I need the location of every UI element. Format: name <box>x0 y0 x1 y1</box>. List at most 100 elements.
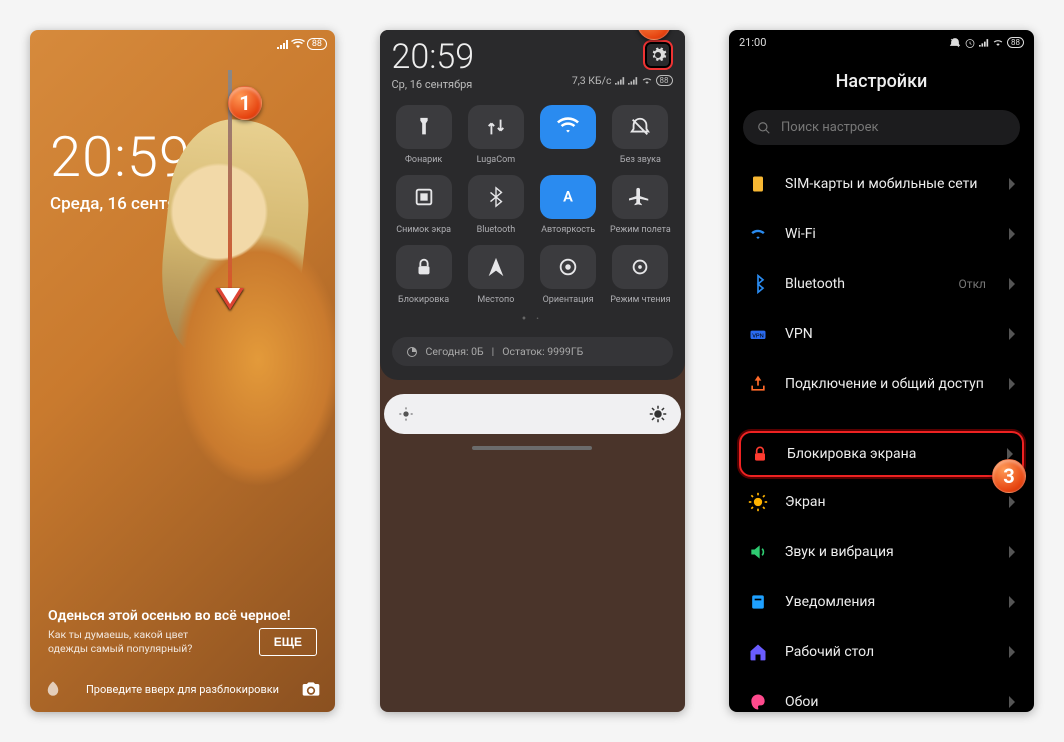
settings-gear-button[interactable] <box>643 40 673 70</box>
qs-tile-rotation[interactable]: Ориентация <box>536 245 600 305</box>
signal-icon <box>277 39 289 49</box>
settings-item-label: SIM-карты и мобильные сети <box>785 176 992 192</box>
sim-icon <box>747 173 769 195</box>
settings-item-sim[interactable]: SIM-карты и мобильные сети <box>731 159 1032 209</box>
wifi-icon <box>992 38 1004 47</box>
settings-item-sound[interactable]: Звук и вибрация <box>731 527 1032 577</box>
qs-tile-reading[interactable]: Режим чтения <box>608 245 672 305</box>
settings-item-lock[interactable]: Блокировка экрана 3 <box>739 431 1024 477</box>
net-speed: 7,3 КБ/с <box>572 74 612 87</box>
pie-icon <box>406 346 418 358</box>
chevron-right-icon <box>1008 596 1016 608</box>
gear-icon <box>649 46 667 64</box>
qs-date: Ср, 16 сентября <box>392 78 475 91</box>
settings-item-wallpaper[interactable]: Обои <box>731 677 1032 712</box>
qs-tile-button[interactable] <box>396 175 452 219</box>
qs-tile-button[interactable] <box>468 175 524 219</box>
wifi-icon <box>747 223 769 245</box>
svg-text:VPN: VPN <box>752 333 764 339</box>
location-icon <box>485 256 507 278</box>
settings-item-label: Рабочий стол <box>785 644 992 660</box>
qs-tile-flashlight[interactable]: Фонарик <box>392 105 456 165</box>
settings-search[interactable]: Поиск настроек <box>743 110 1020 145</box>
qs-tile-label: Без звука <box>620 155 661 165</box>
qs-tile-button[interactable] <box>396 245 452 289</box>
qs-tile-label: Режим полета <box>610 225 671 235</box>
qs-tile-autobright[interactable]: A Автояркость <box>536 175 600 235</box>
search-icon <box>757 121 771 135</box>
qs-tile-bluetooth[interactable]: Bluetooth <box>464 175 528 235</box>
settings-item-notif[interactable]: Уведомления <box>731 577 1032 627</box>
settings-item-label: Обои <box>785 694 992 710</box>
settings-item-vpn[interactable]: VPN VPN <box>731 309 1032 359</box>
settings-item-share[interactable]: Подключение и общий доступ <box>731 359 1032 409</box>
qs-tile-button[interactable] <box>612 105 668 149</box>
brightness-low-icon <box>398 406 414 422</box>
settings-item-bluetooth[interactable]: Bluetooth Откл <box>731 259 1032 309</box>
qs-tile-button[interactable] <box>612 175 668 219</box>
qs-tile-wifi[interactable] <box>536 105 600 165</box>
status-bar: 21:00 88 <box>729 30 1034 55</box>
qs-tile-data[interactable]: LugaCom <box>464 105 528 165</box>
qs-tile-button[interactable]: A <box>540 175 596 219</box>
data-usage-row[interactable]: Сегодня: 0Б | Остаток: 9999ГБ <box>392 337 673 366</box>
lockscreen-panel: 88 20:59 Среда, 16 сентября 1 Оденься эт… <box>30 30 335 712</box>
lock-icon <box>749 443 771 465</box>
brightness-slider[interactable] <box>384 394 681 434</box>
settings-item-label: Bluetooth <box>785 276 943 292</box>
qs-tile-button[interactable] <box>396 105 452 149</box>
status-time: 21:00 <box>739 36 766 49</box>
chevron-right-icon <box>1008 228 1016 240</box>
settings-item-label: Уведомления <box>785 594 992 610</box>
qs-tile-label: Режим чтения <box>610 295 670 305</box>
sound-icon <box>747 541 769 563</box>
status-bar: 88 <box>30 30 335 54</box>
chevron-right-icon <box>1008 178 1016 190</box>
settings-item-label: VPN <box>785 326 992 342</box>
settings-item-label: Подключение и общий доступ <box>785 376 992 392</box>
sun-icon <box>747 491 769 513</box>
qs-tile-button[interactable] <box>540 245 596 289</box>
qs-tile-button[interactable] <box>468 105 524 149</box>
step-badge-2: 2 <box>637 30 671 40</box>
qs-tile-lock[interactable]: Блокировка <box>392 245 456 305</box>
data-icon <box>485 116 507 138</box>
notification-shade[interactable]: 20:59 Ср, 16 сентября 2 7,3 КБ/с 88 <box>380 30 685 380</box>
usage-remaining: Остаток: 9999ГБ <box>502 345 583 358</box>
promo-more-button[interactable]: ЕЩЕ <box>259 628 317 656</box>
svg-text:A: A <box>563 188 573 206</box>
settings-item-label: Блокировка экрана <box>787 446 990 462</box>
settings-item-wifi[interactable]: Wi-Fi <box>731 209 1032 259</box>
qs-tile-label: Фонарик <box>405 155 442 165</box>
usage-today: Сегодня: 0Б <box>426 345 484 358</box>
chevron-right-icon <box>1008 496 1016 508</box>
home-indicator[interactable] <box>472 446 592 450</box>
qs-tile-label: Блокировка <box>398 295 449 305</box>
share-icon <box>747 373 769 395</box>
qs-tile-mute[interactable]: Без звука <box>608 105 672 165</box>
qs-tile-airplane[interactable]: Режим полета <box>608 175 672 235</box>
settings-list-network: SIM-карты и мобильные сети Wi-Fi Bluetoo… <box>729 159 1034 409</box>
settings-item-sun[interactable]: Экран <box>731 477 1032 527</box>
qs-tile-location[interactable]: Местопо <box>464 245 528 305</box>
signal-icon <box>615 76 625 85</box>
unlock-hint: Проведите вверх для разблокировки <box>30 683 335 696</box>
settings-item-home[interactable]: Рабочий стол <box>731 627 1032 677</box>
settings-title: Настройки <box>729 55 1034 110</box>
alarm-icon <box>964 37 976 49</box>
qs-tile-button[interactable] <box>612 245 668 289</box>
settings-item-label: Wi-Fi <box>785 226 970 242</box>
promo-subtitle: Как ты думаешь, какой цвет одежды самый … <box>48 628 218 655</box>
qs-tile-screenshot[interactable]: Снимок экра <box>392 175 456 235</box>
chevron-right-icon <box>1008 278 1016 290</box>
qs-tile-button[interactable] <box>540 105 596 149</box>
chevron-right-icon <box>1008 378 1016 390</box>
battery-icon: 88 <box>307 38 327 50</box>
settings-item-label: Звук и вибрация <box>785 544 992 560</box>
wallpaper-icon <box>747 691 769 712</box>
chevron-right-icon <box>1008 328 1016 340</box>
airplane-icon <box>629 186 651 208</box>
mute-icon <box>629 116 651 138</box>
bluetooth-icon <box>747 273 769 295</box>
qs-tile-button[interactable] <box>468 245 524 289</box>
